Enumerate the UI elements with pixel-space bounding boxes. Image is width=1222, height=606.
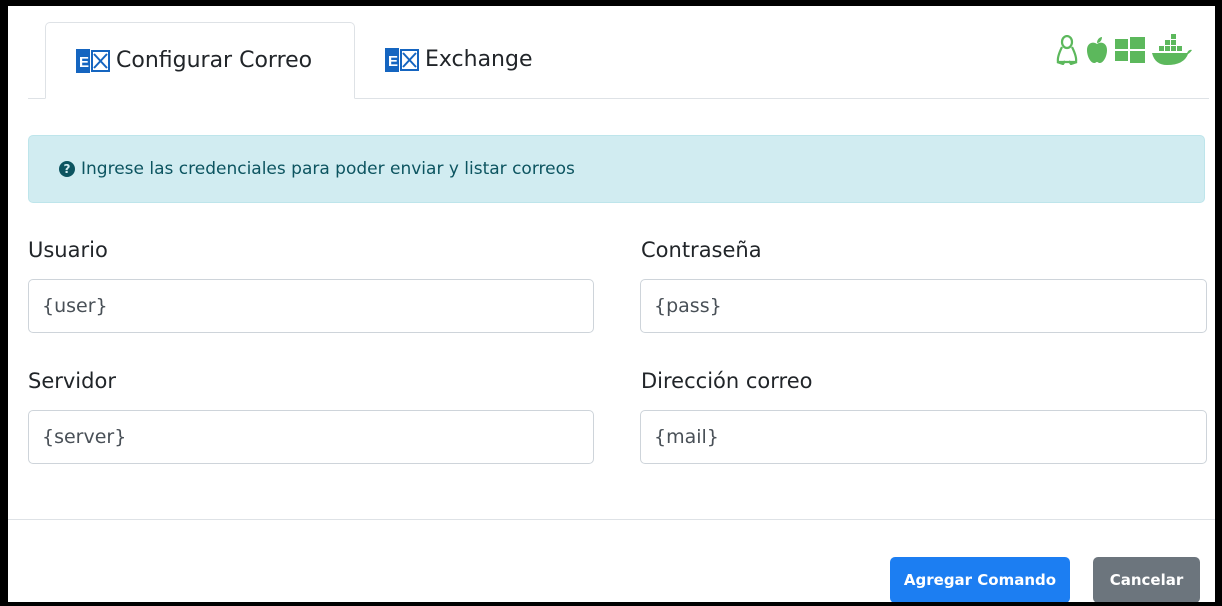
contrasena-input[interactable]	[640, 279, 1207, 333]
usuario-input[interactable]	[28, 279, 594, 333]
svg-text:E: E	[388, 53, 398, 70]
windows-icon	[1115, 37, 1145, 63]
modal-dialog: E Configurar Correo E Exchange ? Ingrese…	[8, 6, 1215, 602]
modal-footer: Agregar Comando Cancelar	[8, 519, 1215, 602]
platform-icons	[1055, 34, 1193, 66]
tab-label: Exchange	[425, 47, 533, 72]
exchange-icon: E	[385, 47, 419, 72]
servidor-input[interactable]	[28, 410, 594, 464]
docker-icon	[1151, 34, 1193, 66]
usuario-label: Usuario	[28, 238, 108, 262]
servidor-label: Servidor	[28, 369, 116, 393]
tab-configurar-correo[interactable]: E Configurar Correo	[45, 22, 355, 99]
tab-bar: E Configurar Correo E Exchange	[28, 6, 1209, 99]
direccion-correo-label: Dirección correo	[641, 369, 813, 393]
direccion-correo-input[interactable]	[640, 410, 1207, 464]
info-alert: ? Ingrese las credenciales para poder en…	[28, 135, 1205, 203]
apple-icon	[1085, 36, 1109, 64]
exchange-icon: E	[76, 48, 110, 73]
cancelar-button[interactable]: Cancelar	[1093, 557, 1200, 602]
alert-text: Ingrese las credenciales para poder envi…	[81, 159, 575, 179]
tab-exchange[interactable]: E Exchange	[373, 22, 533, 97]
tab-label: Configurar Correo	[116, 48, 313, 73]
agregar-comando-button[interactable]: Agregar Comando	[890, 557, 1070, 602]
contrasena-label: Contraseña	[641, 238, 762, 262]
linux-icon	[1055, 35, 1079, 65]
question-circle-icon: ?	[59, 161, 75, 177]
svg-text:E: E	[79, 54, 89, 71]
